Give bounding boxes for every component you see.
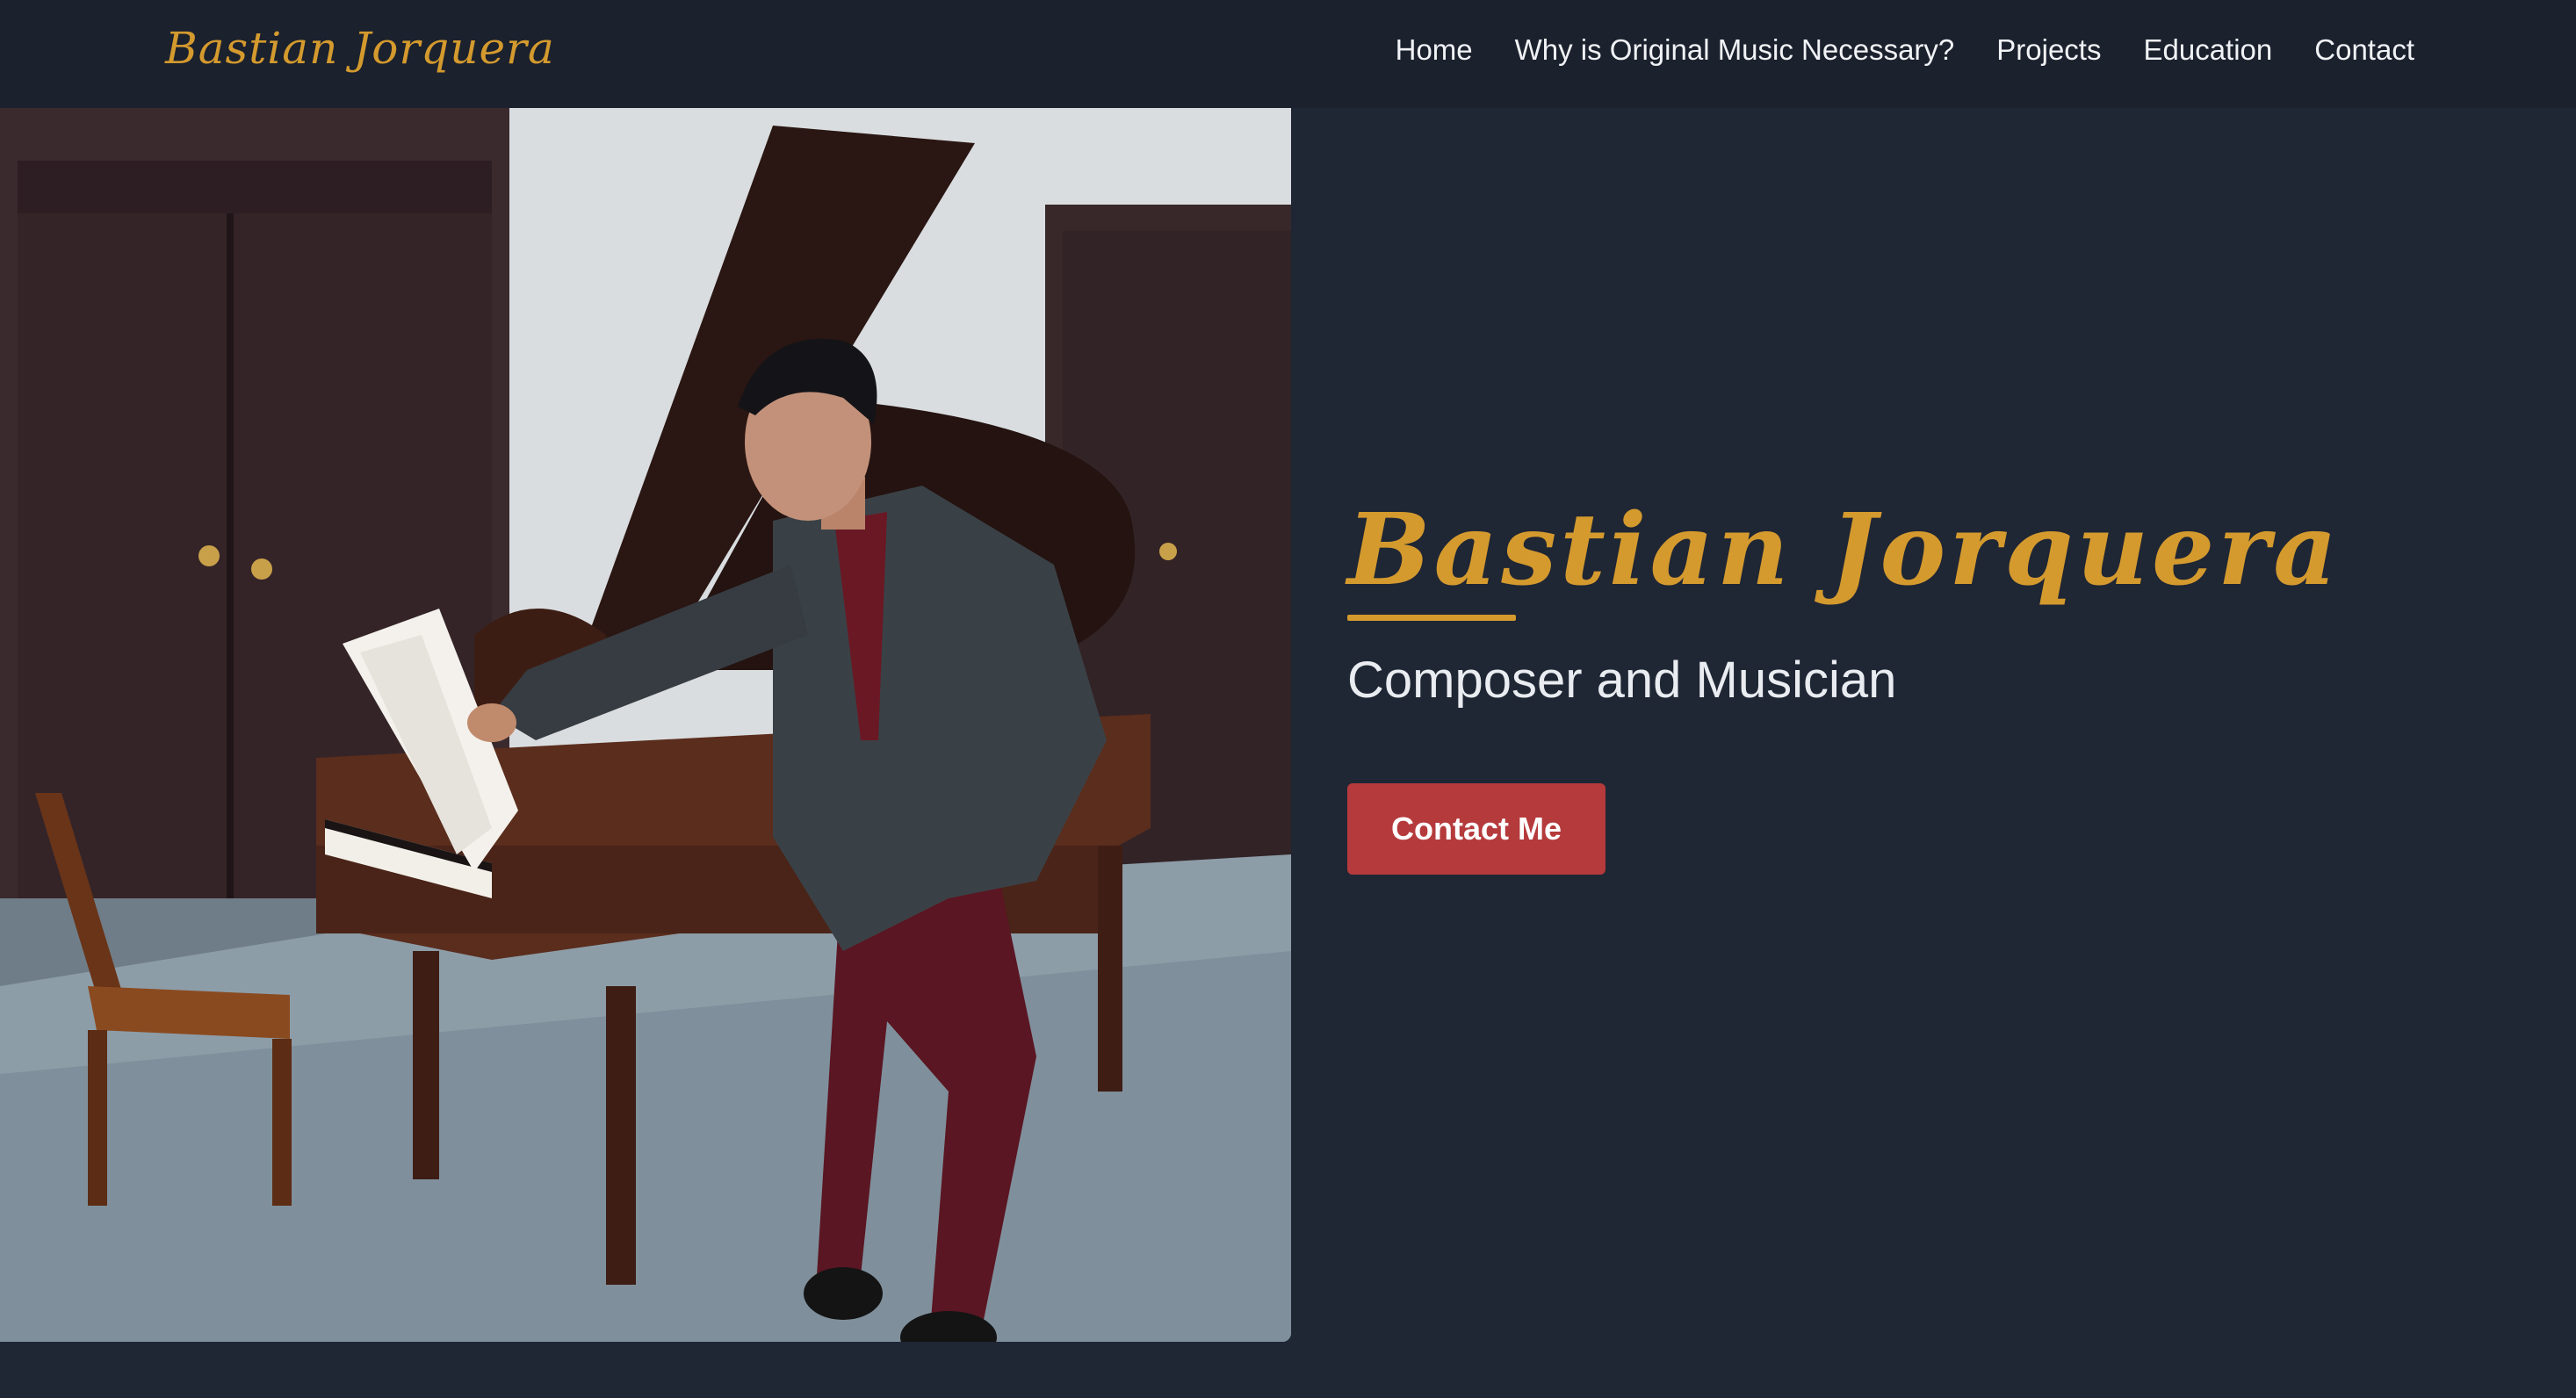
hero-text: Bastian Jorquera Composer and Musician C… [1347, 492, 2445, 876]
nav-item-home: Home [1396, 33, 1473, 67]
nav-item-why-original-music: Why is Original Music Necessary? [1515, 33, 1955, 67]
nav-link-home[interactable]: Home [1396, 33, 1473, 66]
navbar: Bastian Jorquera Home Why is Original Mu… [0, 0, 2576, 108]
nav-item-education: Education [2143, 33, 2272, 67]
nav-link-why-original-music[interactable]: Why is Original Music Necessary? [1515, 33, 1955, 66]
brand-logo-link[interactable]: Bastian Jorquera [165, 23, 555, 74]
hero-subtitle: Composer and Musician [1347, 652, 1897, 710]
page: Bastian Jorquera Home Why is Original Mu… [0, 0, 2576, 1398]
bottom-band [0, 1342, 2576, 1398]
nav-link-contact[interactable]: Contact [2314, 33, 2414, 66]
contact-me-button[interactable]: Contact Me [1347, 783, 1605, 876]
nav-links: Home Why is Original Music Necessary? Pr… [1396, 33, 2414, 67]
title-underline-divider [1347, 615, 1516, 622]
hero-photo [0, 108, 1291, 1342]
nav-link-education[interactable]: Education [2143, 33, 2272, 66]
nav-item-projects: Projects [1996, 33, 2101, 67]
nav-link-projects[interactable]: Projects [1996, 33, 2101, 66]
nav-item-contact: Contact [2314, 33, 2414, 67]
hero-title: Bastian Jorquera [1347, 493, 2341, 608]
composer-at-piano-photo [0, 108, 1291, 1342]
